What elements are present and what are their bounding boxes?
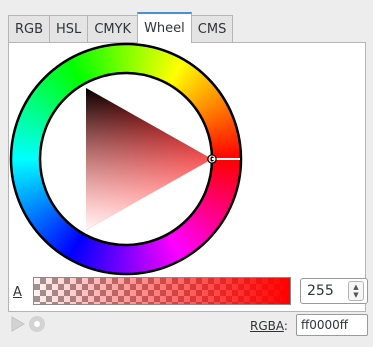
alpha-spinbutton[interactable]: 255 ▲ ▼ (300, 278, 368, 304)
color-selector: RGB HSL CMYK Wheel CMS A 255 ▲ ▼ RGBA: f… (0, 0, 373, 347)
alpha-value[interactable]: 255 (301, 283, 348, 299)
spin-down-icon[interactable]: ▼ (353, 291, 358, 299)
rgba-label: RGBA: (250, 319, 288, 333)
spin-buttons[interactable]: ▲ ▼ (348, 281, 364, 301)
out-of-gamut-circle-icon (29, 316, 45, 332)
alpha-label: A (13, 285, 22, 300)
rgba-label-text: RGBA (250, 319, 284, 333)
alpha-slider[interactable] (33, 277, 291, 305)
rgba-label-colon: : (283, 319, 288, 333)
rgba-input[interactable] (296, 314, 368, 336)
saturation-value-triangle[interactable] (86, 88, 212, 230)
tab-wheel[interactable]: Wheel (137, 12, 192, 43)
spin-up-icon[interactable]: ▲ (353, 283, 358, 291)
alpha-gradient (34, 278, 290, 304)
color-managed-triangle-icon (11, 316, 25, 332)
status-icons (10, 315, 46, 333)
